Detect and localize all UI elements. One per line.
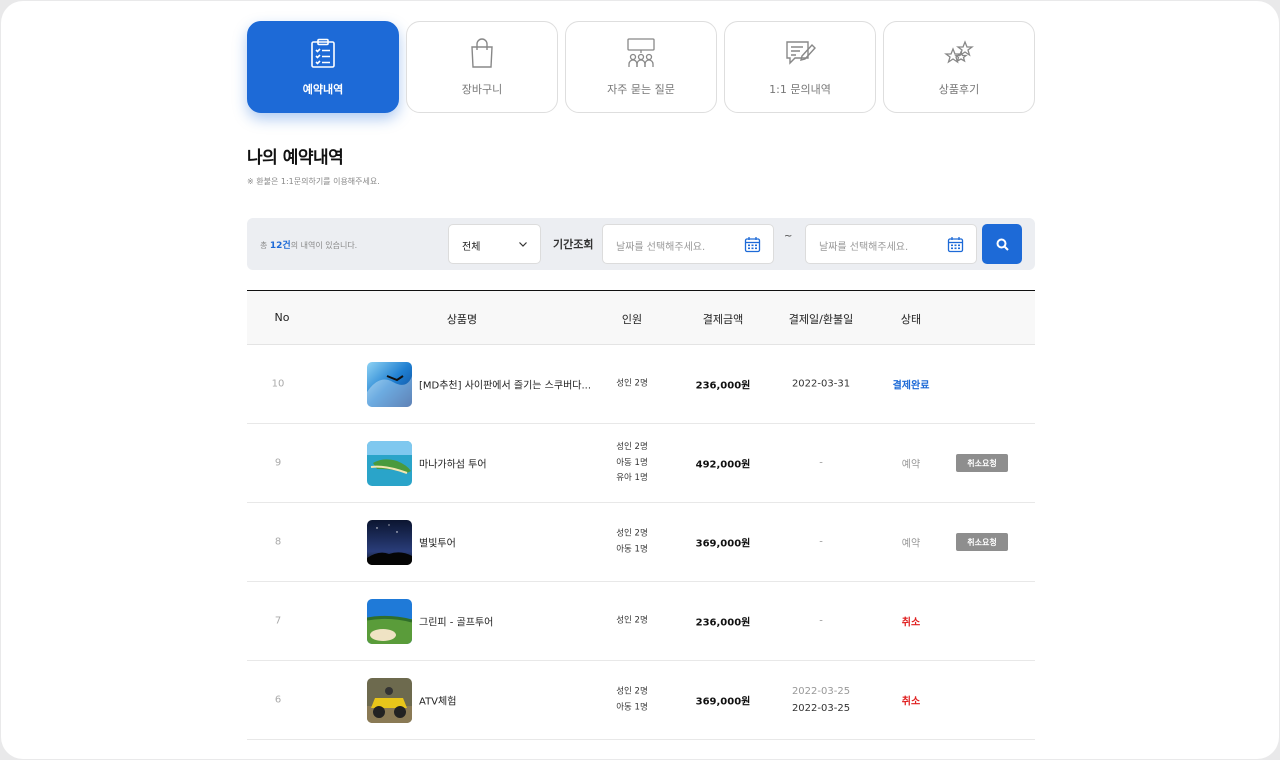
header-no: No: [274, 311, 290, 324]
row-pax: 성인 2명: [616, 613, 648, 629]
pax-line: 아동 1명: [616, 457, 648, 468]
pax-line: 아동 1명: [616, 702, 648, 712]
row-no: 9: [274, 457, 282, 469]
table-row[interactable]: 9 마나가하섬 투어 성인 2명 아동 1명 유아 1명 492,000원 - …: [247, 424, 1035, 503]
page-title: 나의 예약내역: [247, 148, 344, 168]
tab-label: 예약내역: [302, 83, 344, 96]
product-thumbnail[interactable]: [367, 678, 412, 723]
tab-faq[interactable]: 자주 묻는 질문: [565, 21, 717, 113]
total-count: 12건: [269, 241, 291, 251]
refund-date: 2022-03-25: [791, 703, 851, 714]
row-no: 6: [274, 694, 282, 706]
filter-bar: 총 12건의 내역이 있습니다. 전체 기간조회 날짜를 선택해주세요. ~ 날…: [247, 218, 1035, 270]
calendar-icon[interactable]: [744, 236, 761, 253]
end-date-placeholder: 날짜를 선택해주세요.: [819, 242, 909, 253]
row-dates: 2022-03-25 2022-03-25: [792, 683, 850, 717]
total-prefix: 총: [260, 241, 270, 250]
refund-note: ※ 환불은 1:1문의하기를 이용해주세요.: [247, 177, 380, 186]
pax-line: 성인 2명: [616, 378, 648, 389]
product-thumbnail[interactable]: [367, 441, 412, 486]
cancel-request-button[interactable]: 취소요청: [956, 454, 1008, 472]
start-date-input[interactable]: 날짜를 선택해주세요.: [602, 224, 774, 264]
header-product: 상품명: [446, 313, 478, 326]
status-badge: 예약: [901, 538, 921, 550]
product-thumbnail[interactable]: [367, 362, 412, 407]
row-price: 492,000원: [695, 459, 751, 471]
payment-date: 2022-03-25: [791, 686, 851, 697]
tab-reservations[interactable]: 예약내역: [247, 21, 399, 113]
row-no: 8: [274, 536, 282, 548]
status-badge: 결제완료: [892, 380, 930, 392]
tab-label: 1:1 문의내역: [769, 83, 831, 96]
mypage-tabs: 예약내역 장바구니 자주 묻는 질문 1:1 문의내역 상품후기: [247, 21, 1035, 113]
tab-label: 장바구니: [461, 83, 503, 96]
table-row[interactable]: 10 [MD추천] 사이판에서 즐기는 스쿠버다... 성인 2명 236,00…: [247, 345, 1035, 424]
row-price: 236,000원: [695, 617, 751, 629]
search-button[interactable]: [982, 224, 1022, 264]
row-price: 236,000원: [695, 380, 751, 392]
table-row[interactable]: 8 별빛투어 성인 2명 아동 1명 369,000원 - 예약 취소요청: [247, 503, 1035, 582]
table-row[interactable]: 6 ATV체험 성인 2명 아동 1명 369,000원 2022-03-25 …: [247, 661, 1035, 740]
product-name[interactable]: 별빛투어: [419, 535, 456, 550]
shopping-bag-icon: [471, 38, 493, 68]
product-name[interactable]: 마나가하섬 투어: [419, 456, 487, 471]
pax-line: 성인 2명: [616, 615, 648, 626]
row-pax: 성인 2명 아동 1명 유아 1명: [616, 440, 648, 487]
faq-group-icon: [627, 38, 655, 67]
tab-reviews[interactable]: 상품후기: [883, 21, 1035, 113]
clipboard-checklist-icon: [311, 38, 335, 68]
row-price: 369,000원: [695, 696, 751, 708]
tab-cart[interactable]: 장바구니: [406, 21, 558, 113]
page-frame: 예약내역 장바구니 자주 묻는 질문 1:1 문의내역 상품후기 나의 예약내역…: [1, 1, 1279, 759]
pax-line: 성인 2명: [616, 528, 648, 539]
product-name[interactable]: ATV체험: [419, 693, 456, 708]
total-count-text: 총 12건의 내역이 있습니다.: [260, 238, 357, 251]
total-suffix: 의 내역이 있습니다.: [290, 241, 358, 250]
product-name[interactable]: [MD추천] 사이판에서 즐기는 스쿠버다...: [419, 377, 591, 392]
stars-icon: [944, 40, 974, 64]
row-date: -: [819, 457, 823, 469]
pax-line: 성인 2명: [616, 441, 648, 452]
product-thumbnail[interactable]: [367, 520, 412, 565]
status-badge: 예약: [901, 459, 921, 471]
tab-label: 자주 묻는 질문: [607, 83, 675, 96]
row-date: -: [819, 536, 823, 548]
tab-inquiries[interactable]: 1:1 문의내역: [724, 21, 876, 113]
chevron-down-icon: [519, 242, 527, 247]
reservation-table: No 상품명 인원 결제금액 결제일/환불일 상태 10 [MD추천] 사이판에…: [247, 290, 1035, 740]
row-no: 7: [274, 615, 282, 627]
pax-line: 유아 1명: [616, 472, 648, 483]
row-price: 369,000원: [695, 538, 751, 550]
table-header: No 상품명 인원 결제금액 결제일/환불일 상태: [247, 291, 1035, 345]
header-pax: 인원: [621, 313, 643, 326]
search-icon: [996, 238, 1009, 251]
tab-label: 상품후기: [938, 83, 980, 96]
row-pax: 성인 2명 아동 1명: [616, 685, 648, 716]
date-range-separator: ~: [784, 231, 793, 242]
header-price: 결제금액: [702, 313, 744, 326]
cancel-request-button[interactable]: 취소요청: [956, 533, 1008, 551]
row-pax: 성인 2명 아동 1명: [616, 527, 648, 558]
pax-line: 성인 2명: [616, 686, 648, 697]
period-label: 기간조회: [553, 238, 594, 251]
row-date: -: [819, 615, 823, 627]
status-select-value: 전체: [462, 242, 481, 253]
status-badge: 취소: [901, 696, 921, 708]
start-date-placeholder: 날짜를 선택해주세요.: [616, 242, 706, 253]
status-select[interactable]: 전체: [448, 224, 541, 264]
product-name[interactable]: 그린피 - 골프투어: [419, 614, 493, 629]
table-row[interactable]: 7 그린피 - 골프투어 성인 2명 236,000원 - 취소: [247, 582, 1035, 661]
header-status: 상태: [900, 313, 922, 326]
row-date: 2022-03-31: [791, 378, 851, 390]
end-date-input[interactable]: 날짜를 선택해주세요.: [805, 224, 977, 264]
header-dates: 결제일/환불일: [788, 313, 854, 326]
pax-line: 아동 1명: [616, 544, 648, 554]
chat-edit-icon: [786, 41, 816, 65]
row-no: 10: [271, 378, 285, 390]
status-badge: 취소: [901, 617, 921, 629]
calendar-icon[interactable]: [947, 236, 964, 253]
row-pax: 성인 2명: [616, 376, 648, 392]
product-thumbnail[interactable]: [367, 599, 412, 644]
